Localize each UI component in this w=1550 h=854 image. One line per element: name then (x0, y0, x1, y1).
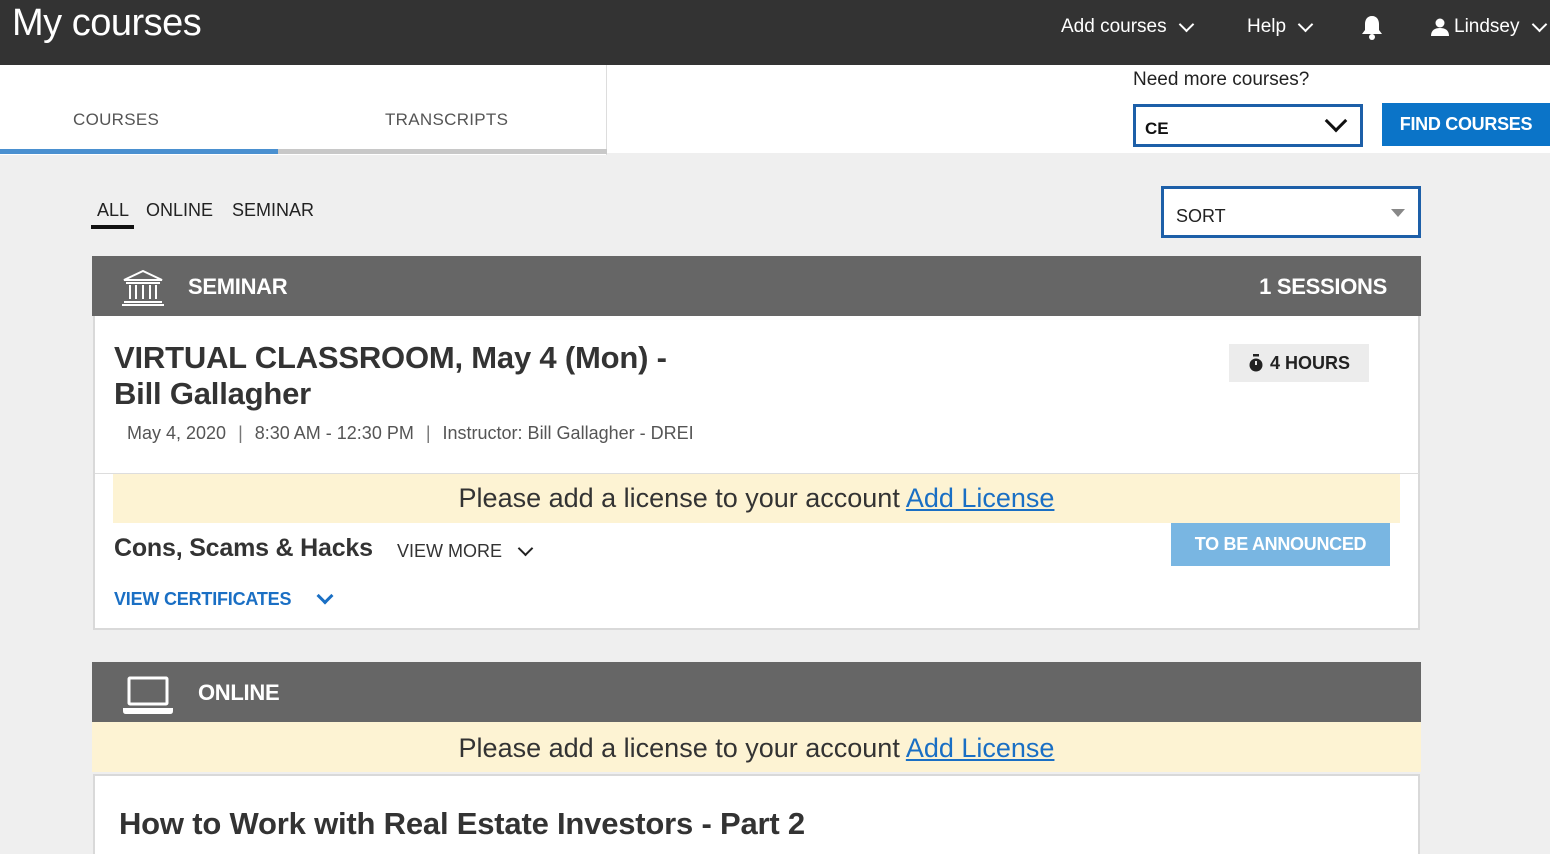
course-date: May 4, 2020 (127, 423, 227, 443)
online-section-header: ONLINE (92, 662, 1421, 722)
chevron-down-icon (1324, 109, 1348, 133)
building-icon (122, 270, 164, 306)
view-certificates-toggle[interactable]: VIEW CERTIFICATES (114, 587, 334, 610)
filter-online[interactable]: ONLINE (146, 200, 213, 221)
filter-seminar[interactable]: SEMINAR (232, 200, 314, 221)
course-time: 8:30 AM - 12:30 PM (254, 423, 414, 443)
course-meta: May 4, 2020 | 8:30 AM - 12:30 PM | Instructo… (127, 423, 694, 443)
view-certificates-label: VIEW CERTIFICATES (114, 589, 292, 609)
filter-active-indicator (91, 225, 134, 229)
need-more-label: Need more courses? (1133, 69, 1310, 90)
help-label: Help (1247, 16, 1287, 37)
seminar-section-label: SEMINAR (188, 274, 288, 299)
license-notice-text: Please add a license to your account (458, 733, 900, 763)
hours-badge: 4 HOURS (1229, 344, 1369, 382)
filter-all[interactable]: ALL (97, 200, 129, 221)
laptop-icon (123, 676, 173, 714)
chevron-down-icon (517, 540, 534, 557)
seminar-section-header: SEMINAR 1 SESSIONS (92, 256, 1421, 316)
license-notice: Please add a license to your account Add… (113, 474, 1400, 523)
online-license-notice: Please add a license to your account Add… (92, 722, 1421, 772)
tab-active-indicator (0, 149, 278, 154)
chevron-down-icon (1531, 16, 1547, 32)
course-type-select[interactable]: CE (1133, 104, 1363, 147)
user-menu[interactable]: Lindsey (1431, 16, 1547, 38)
add-license-link[interactable]: Add License (906, 483, 1055, 513)
course-title[interactable]: VIRTUAL CLASSROOM, May 4 (Mon) - Bill Ga… (114, 340, 714, 412)
license-notice-text: Please add a license to your account (458, 483, 900, 513)
chevron-down-icon (1178, 16, 1194, 32)
view-more-label: VIEW MORE (397, 541, 503, 561)
hours-label: 4 HOURS (1269, 352, 1350, 373)
sort-label: SORT (1176, 206, 1226, 226)
course-subject: Cons, Scams & Hacks (114, 534, 373, 562)
caret-down-icon (1391, 209, 1405, 217)
online-course-title[interactable]: How to Work with Real Estate Investors -… (119, 806, 805, 842)
tab-transcripts[interactable]: TRANSCRIPTS (385, 110, 508, 130)
stopwatch-icon (1249, 354, 1263, 372)
online-section-label: ONLINE (198, 680, 280, 705)
course-type-value: CE (1145, 119, 1169, 138)
user-name: Lindsey (1454, 16, 1520, 37)
find-courses-button[interactable]: FIND COURSES (1382, 103, 1550, 146)
course-instructor: Instructor: Bill Gallagher - DREI (442, 423, 694, 443)
chevron-down-icon (1297, 16, 1314, 32)
add-courses-menu[interactable]: Add courses (1061, 16, 1194, 38)
bell-icon[interactable] (1360, 14, 1384, 40)
sort-select[interactable]: SORT (1161, 186, 1421, 238)
to-be-announced-button[interactable]: TO BE ANNOUNCED (1171, 523, 1390, 566)
help-menu[interactable]: Help (1247, 16, 1314, 38)
add-license-link[interactable]: Add License (906, 733, 1055, 763)
top-navigation-bar: My courses Add courses Help Lindsey (0, 0, 1550, 65)
view-more-toggle[interactable]: VIEW MORE (397, 540, 534, 562)
page-title: My courses (12, 2, 202, 44)
chevron-down-icon (316, 587, 334, 604)
sessions-count: 1 SESSIONS (1259, 274, 1387, 299)
tab-courses[interactable]: COURSES (73, 110, 159, 130)
user-icon (1431, 18, 1449, 36)
add-courses-label: Add courses (1061, 16, 1167, 37)
